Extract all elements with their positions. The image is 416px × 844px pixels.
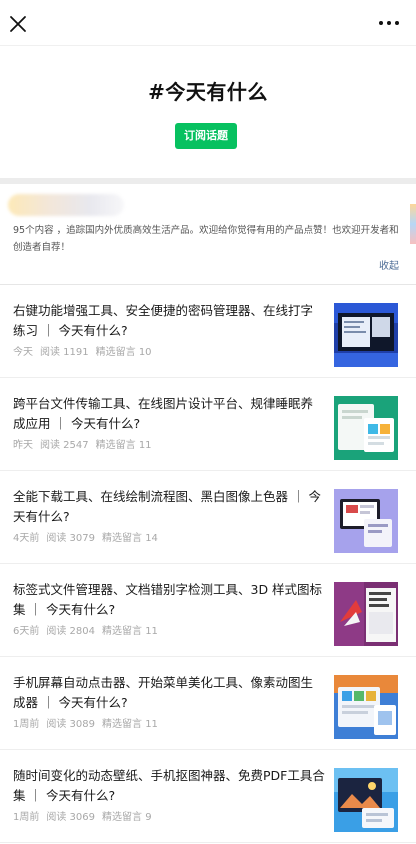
article-thumbnail [334,303,398,367]
collapse-link[interactable]: 收起 [379,257,399,272]
article-date: 1周前 [13,719,40,730]
topic-header: #今天有什么 订阅话题 [0,46,416,178]
topic-intro: 95个内容 ，追踪国内外优质高效生活产品。欢迎给你觉得有用的产品点赞！也欢迎开发… [0,184,416,284]
article-comments: 精选留言 11 [102,719,158,730]
article-date: 今天 [13,347,33,358]
article-thumbnail [334,582,398,646]
article-title: 跨平台文件传输工具、在线图片设计平台、规律睡眠养成应用 ｜ 今天有什么? [13,396,314,431]
article-reads: 阅读 1191 [40,347,89,358]
article-meta: 6天前 阅读 2804 精选留言 11 [13,622,165,637]
article-comments: 精选留言 11 [95,440,152,451]
article-reads: 阅读 3069 [46,812,96,823]
article-date: 4天前 [13,533,40,544]
article-meta: 1周前 阅读 3069 精选留言 9 [13,808,159,823]
article-meta: 昨天 阅读 2547 精选留言 11 [13,436,159,451]
article-title: 随时间变化的动态壁纸、手机抠图神器、免费PDF工具合集 ｜ 今天有什么? [13,768,325,803]
subscribe-button[interactable]: 订阅话题 [175,123,237,149]
article-date: 1周前 [13,812,40,823]
article-title: 右键功能增强工具、安全便捷的密码管理器、在线打字练习 ｜ 今天有什么? [13,303,314,338]
article-comments: 精选留言 9 [102,812,152,823]
top-bar [0,0,416,46]
article-item[interactable]: 右键功能增强工具、安全便捷的密码管理器、在线打字练习 ｜ 今天有什么? 今天 阅读… [0,285,416,378]
intro-text: 95个内容 ，追踪国内外优质高效生活产品。欢迎给你觉得有用的产品点赞！也欢迎开发… [13,225,399,253]
article-item[interactable]: 手机屏幕自动点击器、开始菜单美化工具、像素动图生成器 ｜ 今天有什么? 1周前阅… [0,657,416,750]
article-meta: 1周前 阅读 3089 精选留言 11 [13,715,165,730]
article-date: 6天前 [13,626,40,637]
article-reads: 阅读 2547 [40,440,89,451]
article-meta: 4天前 阅读 3079 精选留言 14 [13,529,165,544]
article-item[interactable]: 跨平台文件传输工具、在线图片设计平台、规律睡眠养成应用 ｜ 今天有什么? 昨天阅… [0,378,416,471]
article-meta: 今天 阅读 1191 精选留言 10 [13,343,159,358]
article-thumbnail [334,396,398,460]
blurred-author-avatar [8,194,124,216]
article-title: 全能下载工具、在线绘制流程图、黑白图像上色器 ｜ 今天有什么? [13,489,321,524]
article-title: 标签式文件管理器、文档错别字检测工具、3D 样式图标集 ｜ 今天有什么? [13,582,323,617]
article-thumbnail [334,675,398,739]
topic-title: #今天有什么 [148,80,268,104]
more-icon[interactable] [378,14,400,32]
article-item[interactable]: 全能下载工具、在线绘制流程图、黑白图像上色器 ｜ 今天有什么? 4天前 阅读 30… [0,471,416,564]
article-reads: 阅读 3089 [46,719,96,730]
edge-decoration [410,204,416,244]
article-date: 昨天 [13,440,33,451]
article-comments: 精选留言 10 [95,347,152,358]
article-item[interactable]: 随时间变化的动态壁纸、手机抠图神器、免费PDF工具合集 ｜ 今天有什么? 1周前… [0,750,416,843]
article-item[interactable]: 标签式文件管理器、文档错别字检测工具、3D 样式图标集 ｜ 今天有什么? 6天前… [0,564,416,657]
article-reads: 阅读 2804 [46,626,96,637]
close-icon[interactable] [8,11,28,35]
article-title: 手机屏幕自动点击器、开始菜单美化工具、像素动图生成器 ｜ 今天有什么? [13,675,314,710]
article-comments: 精选留言 14 [102,533,158,544]
article-thumbnail [334,768,398,832]
article-reads: 阅读 3079 [46,533,96,544]
article-thumbnail [334,489,398,553]
article-comments: 精选留言 11 [102,626,158,637]
